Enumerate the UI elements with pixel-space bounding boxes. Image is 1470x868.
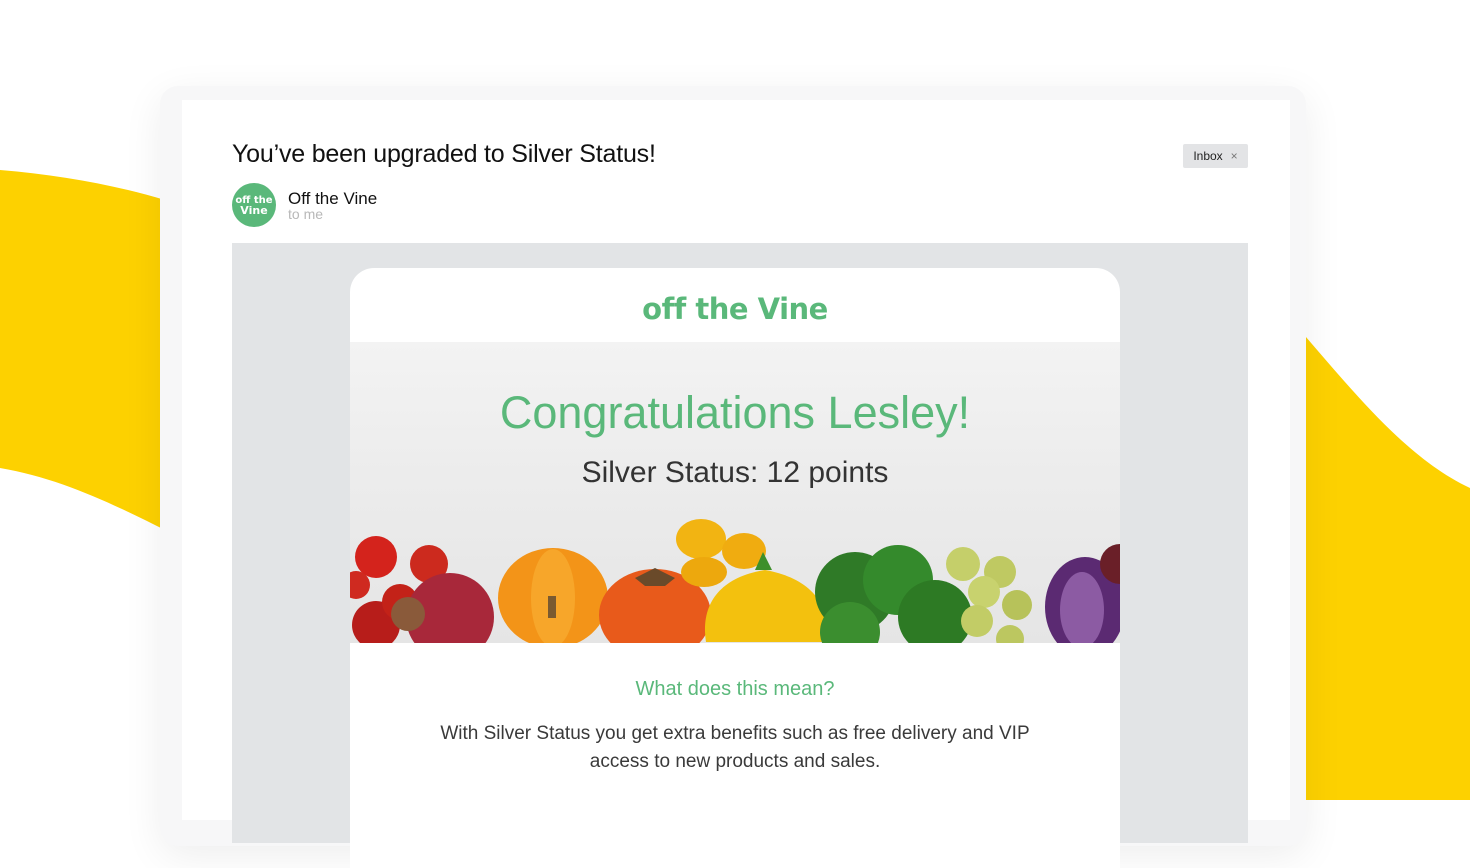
inbox-label-text: Inbox: [1193, 149, 1223, 163]
hero-title: Congratulations Lesley!: [499, 387, 971, 438]
email-subject: You’ve been upgraded to Silver Status!: [232, 140, 656, 168]
email-window: You’ve been upgraded to Silver Status! I…: [182, 100, 1290, 868]
close-icon[interactable]: ×: [1231, 150, 1238, 162]
status-points: Silver Status: 12 points: [581, 456, 889, 489]
brand-avatar-icon: off the Vine: [235, 195, 272, 217]
hero-banner: Congratulations Lesley! Silver Status: 1…: [350, 342, 1120, 643]
brand-logo: off the Vine: [642, 292, 828, 326]
avatar-text-bottom: Vine: [240, 204, 267, 217]
email-body: off the Vine Congratulations Lesley! Sil…: [232, 243, 1248, 868]
section-body: With Silver Status you get extra benefit…: [440, 723, 1030, 772]
recipient-line[interactable]: to me: [288, 206, 323, 222]
section-heading: What does this mean?: [635, 678, 835, 700]
newsletter-card: off the Vine Congratulations Lesley! Sil…: [350, 268, 1120, 868]
inbox-label-chip[interactable]: Inbox ×: [1183, 144, 1248, 168]
avatar[interactable]: off the Vine: [232, 183, 276, 227]
